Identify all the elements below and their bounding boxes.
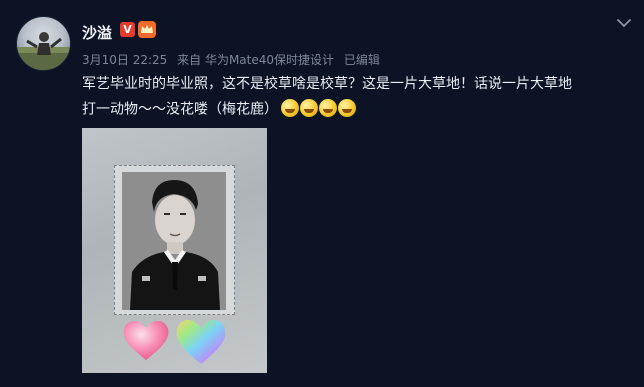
grin-emoji-icon: [319, 99, 337, 117]
post-image[interactable]: [82, 128, 267, 373]
avatar[interactable]: [16, 16, 71, 71]
grin-emoji-icon: [338, 99, 356, 117]
grin-emoji-icon: [300, 99, 318, 117]
pink-heart-sticker: [120, 316, 172, 364]
username[interactable]: 沙溢: [82, 22, 112, 43]
post-text-line-2: 打一动物～～没花喽（梅花鹿）: [82, 101, 278, 118]
post-text: 军艺毕业时的毕业照，这不是校草啥是校草？这是一片大草地！话说一片大草地 打一动物…: [82, 72, 638, 123]
edited-label[interactable]: 已编辑: [344, 53, 380, 67]
weibo-post: 沙溢 V 3月10日 22:25 来自 华为Mate40保时捷设计 已编辑 军艺…: [0, 0, 644, 387]
portrait-photo: [122, 172, 226, 310]
crown-icon: [138, 21, 156, 38]
verified-badge: V: [120, 22, 135, 37]
chevron-down-icon[interactable]: [617, 13, 631, 28]
rainbow-heart-sticker: [172, 314, 230, 368]
grin-emoji-icon: [281, 99, 299, 117]
post-meta: 3月10日 22:25 来自 华为Mate40保时捷设计 已编辑: [82, 51, 386, 68]
post-date[interactable]: 3月10日 22:25: [82, 53, 167, 67]
post-text-line-1: 军艺毕业时的毕业照，这不是校草啥是校草？这是一片大草地！话说一片大草地: [82, 76, 572, 92]
emoji-group: [281, 97, 357, 122]
post-source: 来自 华为Mate40保时捷设计: [177, 53, 335, 67]
